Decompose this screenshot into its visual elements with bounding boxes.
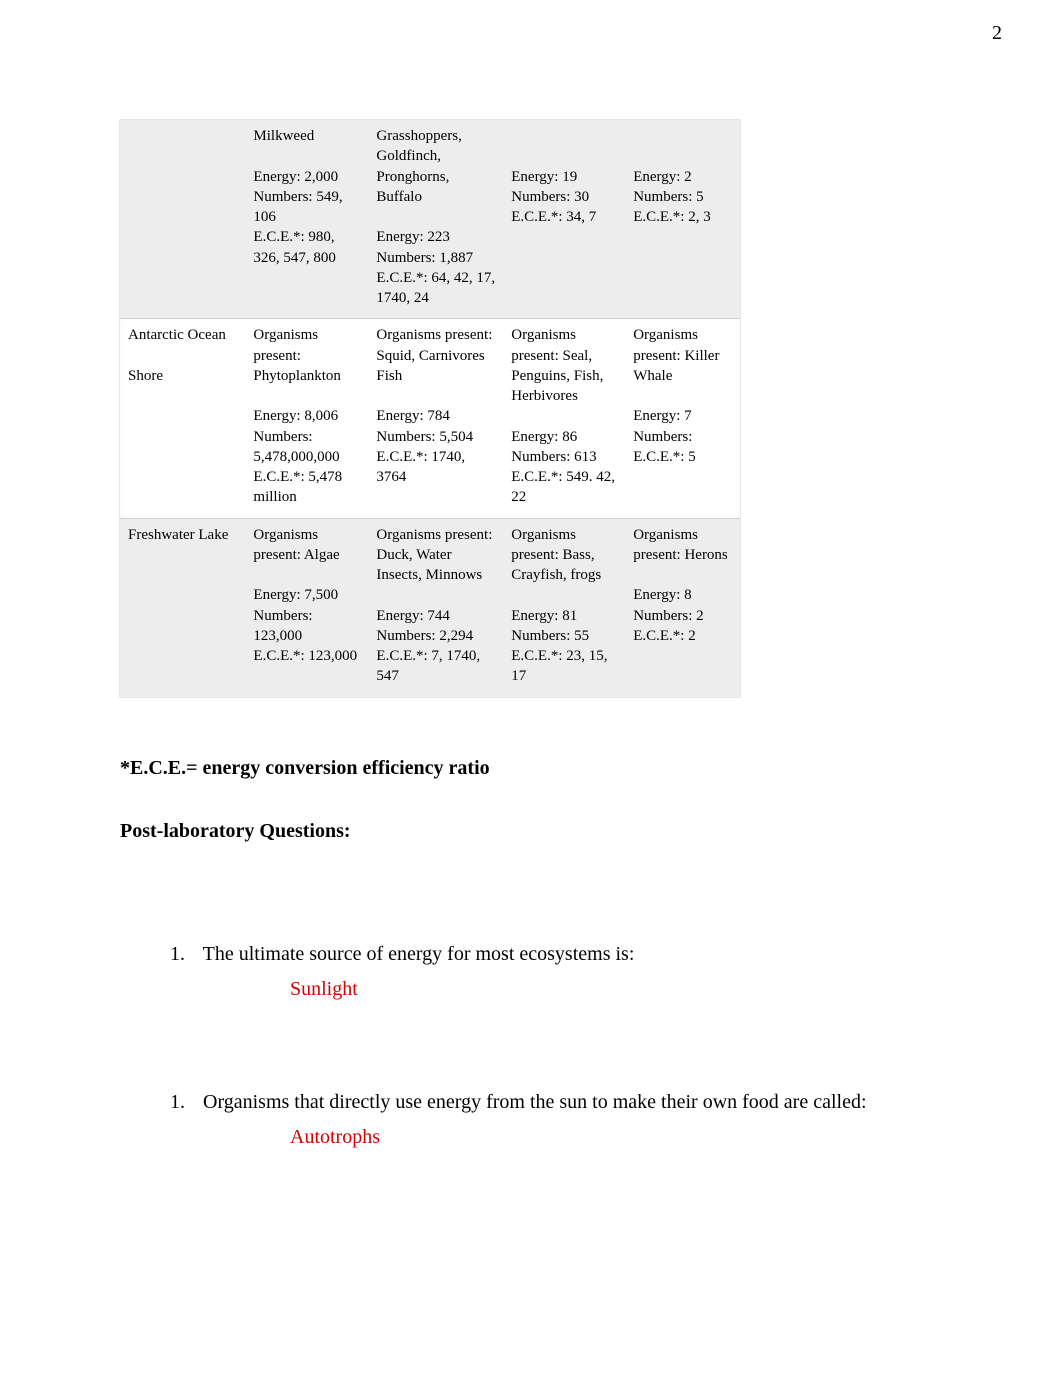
cell: Grasshoppers, Goldfinch, Pronghorns, Buf…: [376, 126, 495, 308]
list-item: 1. Organisms that directly use energy fr…: [170, 1091, 942, 1149]
cell: Organisms present: Seal, Penguins, Fish,…: [511, 325, 617, 507]
question-text: Organisms that directly use energy from …: [203, 1091, 867, 1113]
page-content: Milkweed Energy: 2,000 Numbers: 549, 106…: [0, 0, 1062, 1149]
question-text: The ultimate source of energy for most e…: [203, 943, 635, 965]
footnote-text: *E.C.E.= energy conversion efficiency ra…: [120, 757, 942, 780]
cell: Antarctic Ocean Shore: [128, 325, 237, 386]
questions-list: 1. The ultimate source of energy for mos…: [170, 943, 942, 1149]
question-number: 1.: [170, 1091, 198, 1114]
cell: Organisms present: Phytoplankton Energy:…: [253, 325, 360, 507]
cell: Energy: 19 Numbers: 30 E.C.E.*: 34, 7: [511, 126, 617, 227]
table-row: Antarctic Ocean Shore Organisms present:…: [120, 319, 740, 518]
answer-text: Sunlight: [290, 978, 942, 1001]
cell: Milkweed Energy: 2,000 Numbers: 549, 106…: [253, 126, 360, 268]
cell: Organisms present: Algae Energy: 7,500 N…: [253, 525, 360, 667]
data-table: Milkweed Energy: 2,000 Numbers: 549, 106…: [120, 120, 740, 697]
cell: Freshwater Lake: [128, 525, 237, 545]
cell: Organisms present: Squid, Carnivores Fis…: [376, 325, 495, 487]
question-number: 1.: [170, 943, 198, 966]
cell: Organisms present: Herons Energy: 8 Numb…: [633, 525, 732, 647]
cell: Organisms present: Killer Whale Energy: …: [633, 325, 732, 467]
answer-text: Autotrophs: [290, 1126, 942, 1149]
page-number: 2: [992, 22, 1002, 45]
post-lab-heading: Post-laboratory Questions:: [120, 820, 942, 843]
cell: Organisms present: Duck, Water Insects, …: [376, 525, 495, 687]
table-row: Freshwater Lake Organisms present: Algae…: [120, 518, 740, 697]
table-row: Milkweed Energy: 2,000 Numbers: 549, 106…: [120, 120, 740, 319]
cell: Organisms present: Bass, Crayfish, frogs…: [511, 525, 617, 687]
cell: Energy: 2 Numbers: 5 E.C.E.*: 2, 3: [633, 126, 732, 227]
list-item: 1. The ultimate source of energy for mos…: [170, 943, 942, 1001]
